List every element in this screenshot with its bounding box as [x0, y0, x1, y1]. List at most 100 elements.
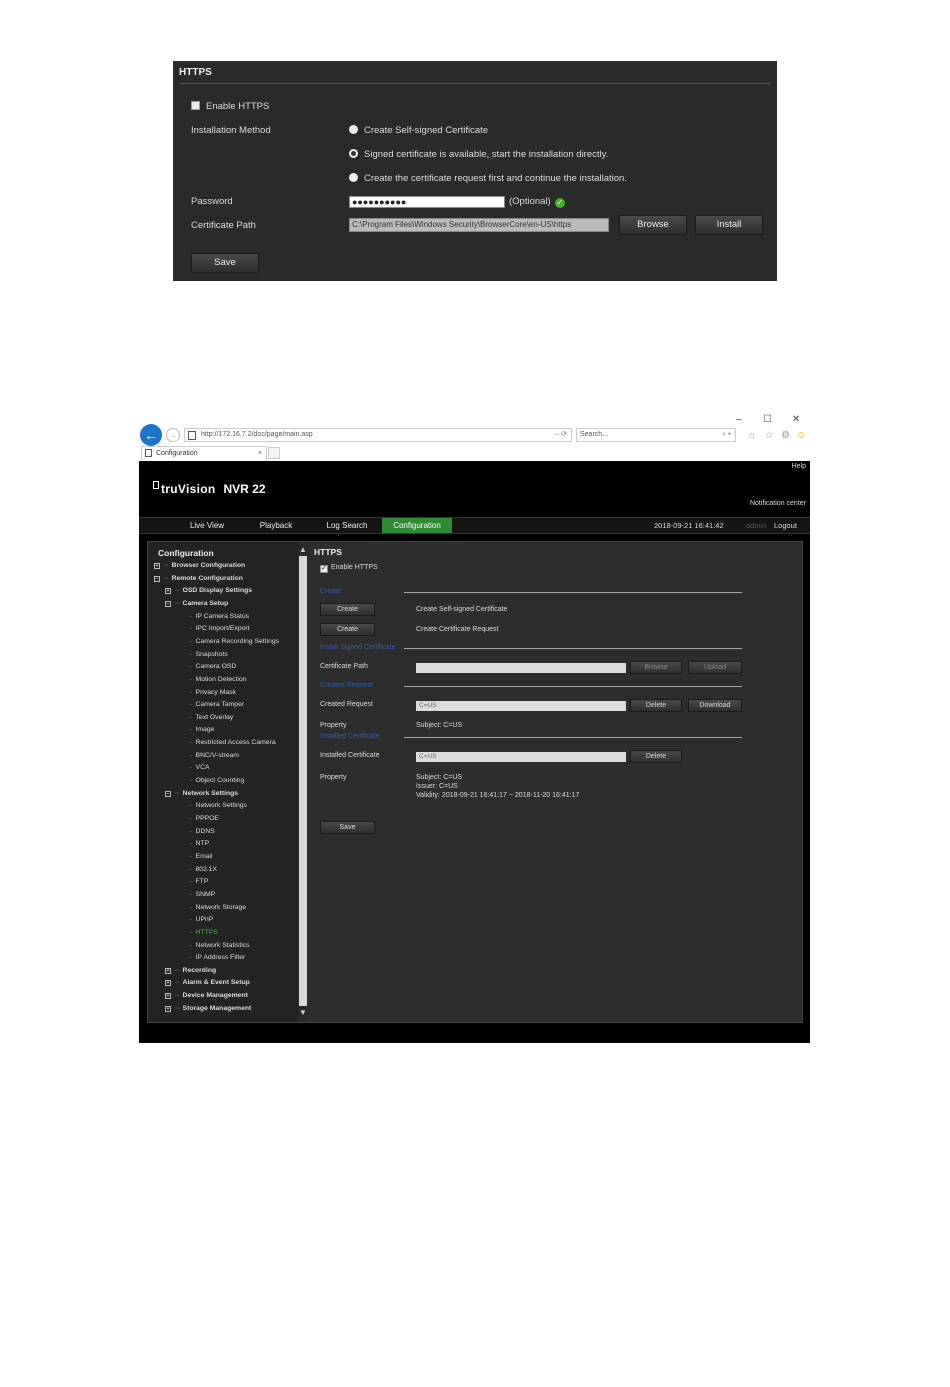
download-request-button[interactable]: Download	[688, 699, 742, 712]
expand-icon[interactable]: +	[165, 588, 171, 595]
sidebar-item[interactable]: ·- 802.1X	[188, 866, 217, 873]
sidebar-item[interactable]: ·- Network Statistics	[188, 942, 250, 949]
sidebar-item[interactable]: ·- Camera OSD	[188, 663, 236, 670]
sidebar-title: Configuration	[158, 548, 214, 558]
password-input[interactable]: ●●●●●●●●●●	[349, 196, 505, 208]
nav-live-view[interactable]: Live View	[179, 518, 235, 533]
sidebar-item[interactable]: + ·- Recording	[165, 967, 216, 974]
sidebar-item[interactable]: ·- IPC Import/Export	[188, 625, 250, 632]
expand-icon[interactable]: +	[154, 563, 160, 569]
collapse-icon[interactable]: −	[154, 575, 160, 582]
forward-arrow-icon[interactable]: →	[166, 428, 180, 442]
address-bar[interactable]: http://172.16.7.2/doc/page/main.asp – ⟳	[184, 428, 572, 442]
tab-close-icon[interactable]: ×	[258, 447, 262, 460]
sidebar-item[interactable]: + ·- Alarm & Event Setup	[165, 979, 250, 987]
radio-signed-available[interactable]	[349, 149, 358, 158]
tree-connector-icon: ·-	[188, 675, 193, 683]
sidebar-item-label: Alarm & Event Setup	[182, 979, 250, 987]
expand-icon[interactable]: +	[165, 993, 171, 1000]
logout-link[interactable]: Logout	[774, 518, 797, 533]
sidebar-item[interactable]: ·- SNMP	[188, 891, 215, 898]
notification-center-link[interactable]: Notification center	[750, 500, 806, 507]
sidebar-item[interactable]: + ·- OSD Display Settings	[165, 587, 252, 595]
back-arrow-icon[interactable]: ←	[140, 424, 162, 446]
logo-model: NVR 22	[223, 482, 266, 496]
expand-icon[interactable]: +	[165, 980, 171, 987]
expand-icon[interactable]: +	[165, 1005, 171, 1012]
nav-playback[interactable]: Playback	[249, 518, 303, 533]
smiley-feedback-icon[interactable]: ☺	[796, 430, 806, 441]
sidebar-item[interactable]: ·- UPnP	[188, 916, 213, 923]
sidebar-item[interactable]: − ·- Network Settings	[165, 790, 238, 797]
main-cert-path-input[interactable]	[416, 663, 626, 673]
nav-log-search[interactable]: Log Search	[317, 518, 377, 533]
main-browse-button[interactable]: Browse	[630, 661, 682, 674]
main-enable-https-checkbox[interactable]: ✓	[320, 565, 328, 573]
settings-gear-icon[interactable]: ⚙	[781, 430, 790, 441]
browser-tab-configuration[interactable]: Configuration ×	[141, 446, 267, 460]
sidebar-item[interactable]: ·- Email	[188, 853, 213, 860]
enable-https-checkbox[interactable]	[191, 101, 200, 110]
save-button[interactable]: Save	[191, 253, 259, 273]
delete-installed-button[interactable]: Delete	[630, 750, 682, 763]
maximize-button[interactable]: ☐	[763, 414, 772, 425]
sidebar-item-label: PPPOE	[195, 815, 219, 822]
browser-search-input[interactable]: Search... ⌕ ▾	[576, 428, 736, 442]
collapse-icon[interactable]: −	[165, 790, 171, 797]
sidebar-item[interactable]: + ·- Browser Configuration	[154, 562, 245, 569]
sidebar-item[interactable]: ·- Motion Detection	[188, 676, 247, 683]
radio-self-signed[interactable]	[349, 125, 358, 134]
sidebar-item[interactable]: ·- Camera Tamper	[188, 701, 244, 708]
sidebar-item[interactable]: + ·- Device Management	[165, 992, 248, 1000]
option-signed-available[interactable]: Signed certificate is available, start t…	[349, 149, 608, 160]
sidebar-item[interactable]: ·- Privacy Mask	[188, 689, 236, 696]
close-window-button[interactable]: ✕	[792, 414, 800, 425]
section-create-line	[404, 592, 742, 593]
sidebar-item[interactable]: ·- IP Camera Status	[188, 613, 249, 620]
sidebar-item[interactable]: ·- VCA	[188, 764, 210, 771]
certificate-path-input[interactable]: C:\Program Files\Windows Security\Browse…	[349, 218, 609, 232]
sidebar-item[interactable]: ·- FTP	[188, 878, 208, 885]
sidebar-item[interactable]: ·- PPPOE	[188, 815, 219, 822]
option-self-signed[interactable]: Create Self-signed Certificate	[349, 125, 488, 136]
install-button[interactable]: Install	[695, 215, 763, 235]
sidebar-item[interactable]: ·- Image	[188, 726, 214, 733]
sidebar-scrollbar[interactable]: ▲ ▼	[298, 544, 308, 1020]
option-cert-request[interactable]: Create the certificate request first and…	[349, 173, 627, 184]
new-tab-button[interactable]	[268, 447, 280, 459]
home-icon[interactable]: ⌂	[749, 430, 755, 441]
sidebar-item[interactable]: ·- DDNS	[188, 828, 215, 835]
radio-cert-request[interactable]	[349, 173, 358, 182]
sidebar-item[interactable]: − ·- Remote Configuration	[154, 575, 243, 582]
sidebar-item[interactable]: ·- NTP	[188, 840, 209, 847]
main-save-button[interactable]: Save	[320, 821, 375, 834]
main-upload-button[interactable]: Upload	[688, 661, 742, 674]
sidebar-item[interactable]: ·- Camera Recording Settings	[188, 638, 279, 645]
sidebar-item[interactable]: ·- Network Storage	[188, 904, 246, 911]
scroll-down-icon[interactable]: ▼	[298, 1008, 308, 1017]
expand-icon[interactable]: +	[165, 967, 171, 974]
create-request-button[interactable]: Create	[320, 623, 375, 636]
search-icon[interactable]: ⌕ ▾	[722, 429, 731, 441]
create-self-signed-button[interactable]: Create	[320, 603, 375, 616]
scroll-thumb[interactable]	[299, 556, 307, 1006]
sidebar-item[interactable]: − ·- Camera Setup	[165, 600, 228, 607]
sidebar-item[interactable]: ·- Network Settings	[188, 802, 247, 809]
minimize-button[interactable]: –	[736, 414, 742, 425]
delete-request-button[interactable]: Delete	[630, 699, 682, 712]
sidebar-item[interactable]: + ·- Storage Management	[165, 1005, 251, 1012]
nav-configuration[interactable]: Configuration	[382, 518, 452, 533]
scroll-up-icon[interactable]: ▲	[298, 545, 308, 554]
refresh-icon[interactable]: – ⟳	[555, 429, 567, 441]
sidebar-item[interactable]: ·- Restricted Access Camera	[188, 739, 276, 746]
sidebar-item[interactable]: ·- Text Overlay	[188, 714, 233, 721]
sidebar-item[interactable]: ·- HTTPS	[188, 929, 218, 936]
sidebar-item[interactable]: ·- IP Address Filter	[188, 954, 245, 961]
sidebar-item[interactable]: ·- Snapshots	[188, 651, 228, 658]
collapse-icon[interactable]: −	[165, 600, 171, 607]
sidebar-item[interactable]: ·- BNC/V-stream	[188, 752, 239, 759]
sidebar-item[interactable]: ·- Object Counting	[188, 777, 244, 784]
help-link[interactable]: Help	[792, 463, 806, 470]
favorites-star-icon[interactable]: ☆	[765, 430, 774, 441]
browse-button[interactable]: Browse	[619, 215, 687, 235]
